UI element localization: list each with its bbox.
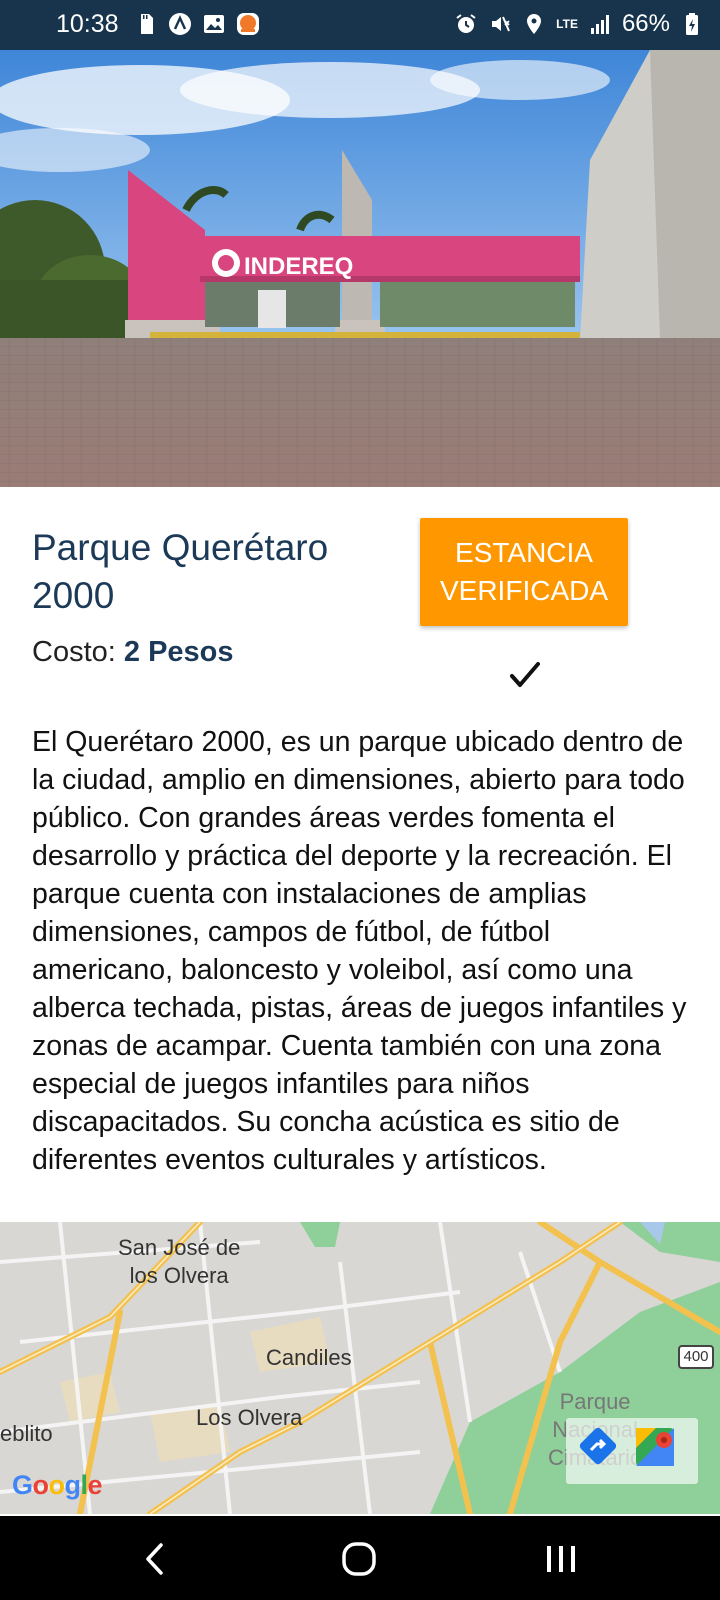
home-icon[interactable] <box>340 1540 378 1578</box>
park-entrance-illustration: INDEREQ <box>0 50 720 487</box>
cost-label: Costo: <box>32 636 116 668</box>
map-label-pueblito: eblito <box>0 1421 53 1446</box>
park-title: Parque Querétaro 2000 <box>32 527 329 616</box>
navigation-bar <box>0 1516 720 1600</box>
gallery-icon <box>204 15 224 33</box>
checkmark-icon <box>510 662 540 687</box>
directions-icon[interactable] <box>578 1426 618 1466</box>
park-description: El Querétaro 2000, es un parque ubicado … <box>32 726 687 1176</box>
network-type: LTE <box>556 17 578 31</box>
google-maps-icon[interactable] <box>636 1428 674 1466</box>
alarm-icon <box>456 14 476 33</box>
verified-stay-button[interactable]: ESTANCIA VERIFICADA <box>420 518 628 626</box>
cost-line: Costo: 2 Pesos <box>32 636 234 669</box>
map-label-los-olvera: Los Olvera <box>196 1405 303 1430</box>
back-icon[interactable] <box>142 1542 166 1576</box>
app-orange-icon <box>237 13 259 35</box>
gate-sign-text: INDEREQ <box>244 253 353 280</box>
cost-value: 2 Pesos <box>123 636 234 668</box>
map-label-candiles: Candiles <box>266 1345 352 1370</box>
battery-charging-icon <box>686 13 698 35</box>
recent-apps-icon[interactable] <box>544 1544 578 1574</box>
open-in-maps-buttons <box>566 1418 698 1484</box>
mute-icon <box>492 16 511 32</box>
notification-icons <box>134 12 260 36</box>
signal-icon <box>590 15 609 34</box>
google-logo: Google <box>12 1470 103 1500</box>
app-a-icon <box>169 13 191 35</box>
system-icons: LTE 66% <box>454 10 704 38</box>
sd-card-icon <box>141 14 153 34</box>
park-photo: INDEREQ <box>0 50 720 487</box>
location-icon <box>527 14 542 34</box>
maps-buttons-svg <box>578 1426 674 1466</box>
map-label-san-jose: San José de los Olvera <box>118 1235 241 1288</box>
battery-percent: 66% <box>621 10 670 37</box>
highway-shield: 400 <box>678 1345 714 1369</box>
verified-stay-label: ESTANCIA VERIFICADA <box>439 537 609 606</box>
status-bar: 10:38 LTE 66% <box>0 0 720 50</box>
status-time: 10:38 <box>56 10 119 38</box>
